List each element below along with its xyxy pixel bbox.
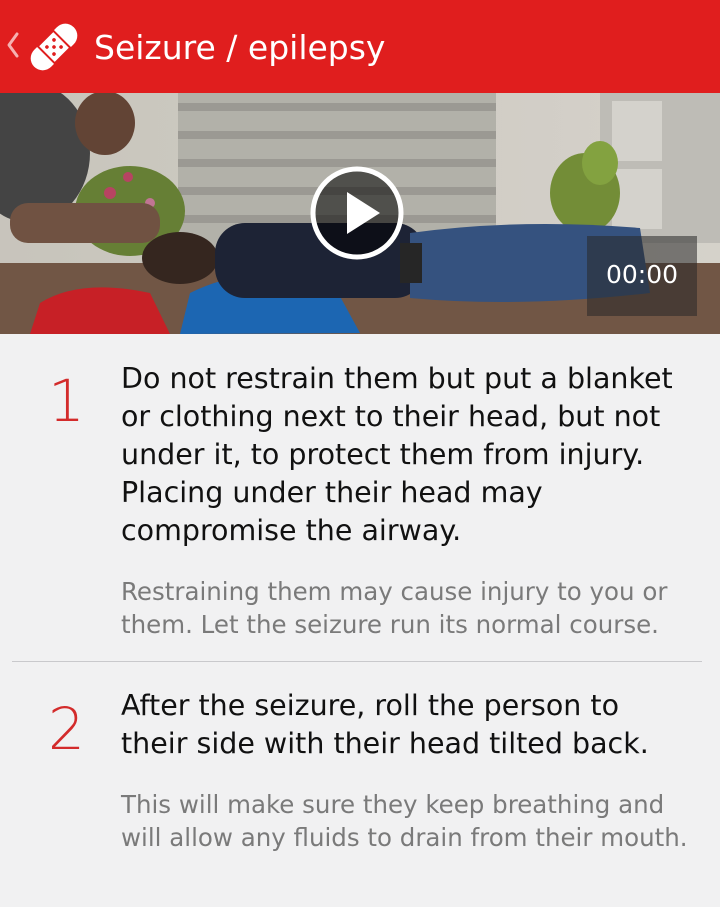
play-icon[interactable] xyxy=(309,165,405,261)
step-number-2: 2 xyxy=(48,695,85,763)
step-1-note: Restraining them may cause injury to you… xyxy=(121,577,668,639)
step-number-1: 1 xyxy=(48,367,85,435)
bandage-icon[interactable] xyxy=(22,15,86,79)
step-1-text: Do not restrain them but put a blanket o… xyxy=(121,362,673,547)
chevron-left-icon[interactable] xyxy=(4,28,20,62)
page-title: Seizure / epilepsy xyxy=(94,28,386,67)
video-time: 00:00 xyxy=(605,260,679,289)
step-2-text: After the seizure, roll the person to th… xyxy=(121,689,649,760)
step-divider xyxy=(12,661,702,662)
step-2-note: This will make sure they keep breathing … xyxy=(121,790,688,852)
video-time-overlay: 00:00 xyxy=(587,236,697,316)
app-bar: Seizure / epilepsy xyxy=(0,0,720,93)
